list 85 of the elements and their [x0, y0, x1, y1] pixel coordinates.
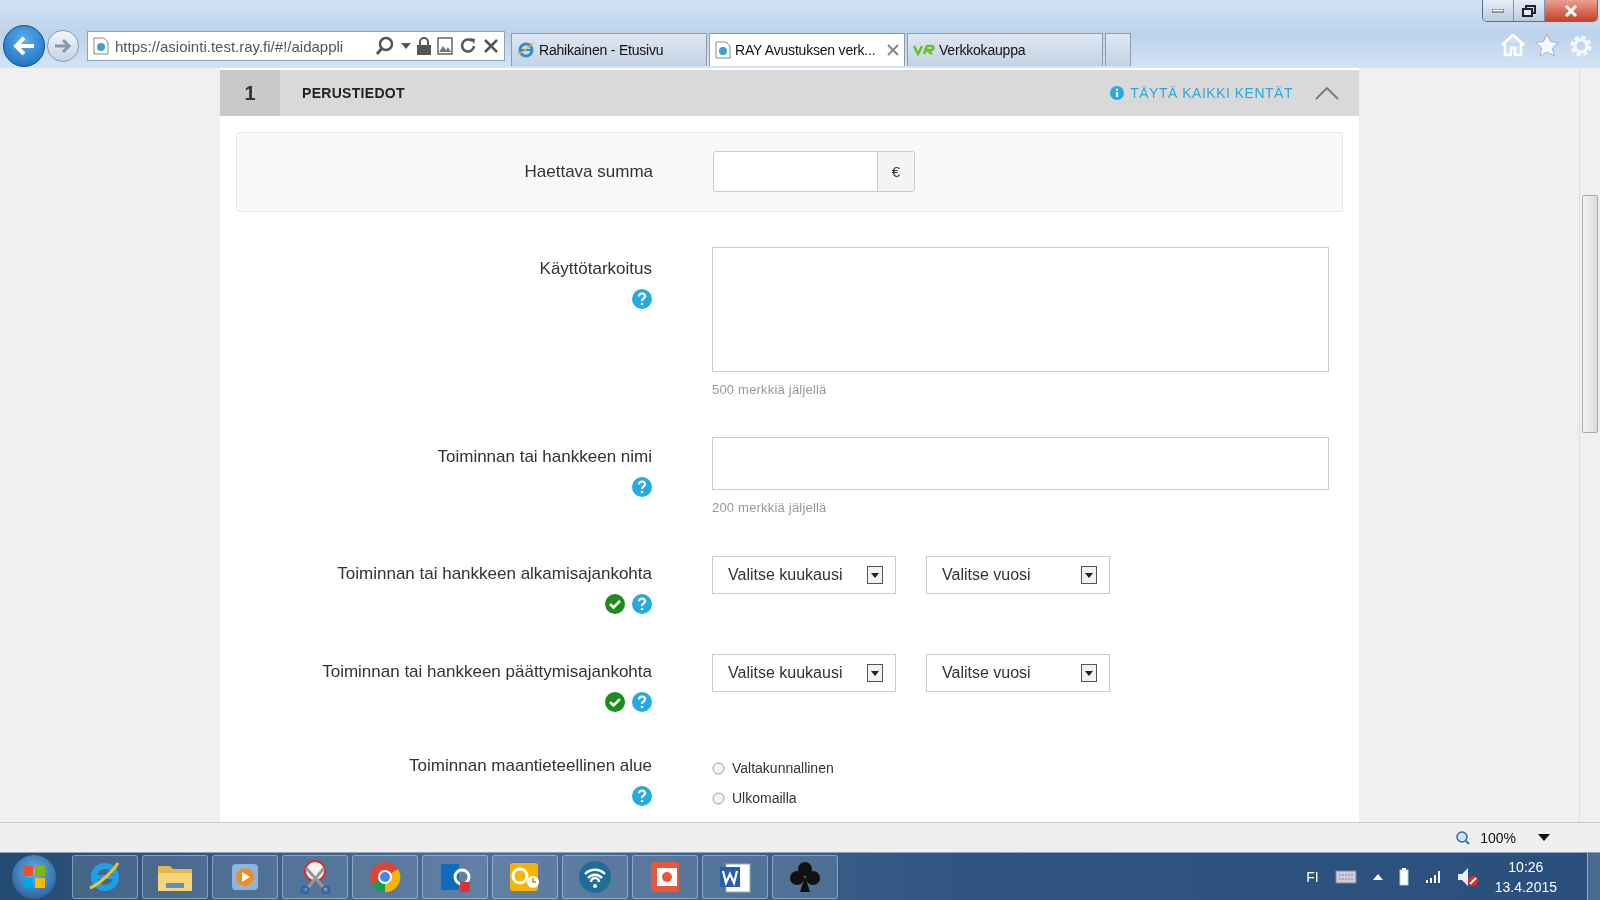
- battery-icon[interactable]: [1398, 867, 1409, 886]
- search-icon[interactable]: [375, 36, 395, 56]
- zoom-icon: [1456, 830, 1471, 845]
- close-button[interactable]: [1545, 0, 1597, 21]
- browser-icon[interactable]: [72, 854, 138, 899]
- browser-tab[interactable]: Rahikainen - Etusivu: [511, 33, 707, 66]
- document-icon[interactable]: [702, 854, 768, 899]
- forward-button[interactable]: [47, 30, 79, 62]
- scissors-icon[interactable]: [282, 854, 348, 899]
- slides-icon[interactable]: [632, 854, 698, 899]
- help-icon[interactable]: [632, 289, 652, 309]
- browser-icon: [517, 41, 535, 59]
- lock-icon[interactable]: [417, 37, 431, 55]
- stop-icon[interactable]: [483, 38, 499, 54]
- refresh-icon[interactable]: [459, 37, 477, 55]
- dropdown[interactable]: Valitse vuosi: [926, 654, 1110, 692]
- field-label: Toiminnan tai hankkeen päättymisajankohta: [322, 662, 652, 682]
- chrome-icon[interactable]: [352, 854, 418, 899]
- caret-icon: [867, 664, 883, 682]
- caret-icon: [867, 566, 883, 584]
- caret-icon: [1081, 664, 1097, 682]
- clock-icon[interactable]: [492, 854, 558, 899]
- signal-icon[interactable]: [1424, 869, 1441, 884]
- show-desktop-button[interactable]: [1587, 852, 1600, 900]
- page-icon: [93, 37, 109, 55]
- browser-tab[interactable]: Verkkokauppa: [907, 33, 1103, 66]
- page-icon: [715, 41, 731, 59]
- start-button[interactable]: [12, 854, 56, 899]
- field-label: Haettava summa: [524, 161, 653, 182]
- caret-icon[interactable]: [1372, 873, 1383, 880]
- help-icon[interactable]: [632, 477, 652, 497]
- caret-icon[interactable]: [401, 43, 411, 49]
- caret-icon: [1081, 566, 1097, 584]
- help-icon[interactable]: [632, 594, 652, 614]
- radio-option[interactable]: Valtakunnallinen: [712, 760, 834, 776]
- text-field[interactable]: [712, 437, 1329, 490]
- url-text: https://asiointi.test.ray.fi/#!/aidappli: [115, 37, 345, 55]
- back-button[interactable]: [3, 25, 45, 67]
- help-icon[interactable]: [632, 692, 652, 712]
- radio-button[interactable]: [712, 791, 725, 805]
- time-text: 10:26: [1508, 858, 1544, 875]
- clock[interactable]: 10:26 13.4.2015: [1494, 858, 1557, 895]
- step-number: 1: [220, 70, 280, 116]
- scrollbar[interactable]: [1579, 68, 1600, 822]
- play-icon[interactable]: [212, 854, 278, 899]
- arrow-left-icon: [12, 35, 36, 57]
- browser-tab[interactable]: RAY Avustuksen verk...: [709, 33, 905, 66]
- section-header[interactable]: 1 PERUSTIEDOT TÄYTÄ KAIKKI KENTÄT: [220, 70, 1359, 116]
- close-icon: [1564, 4, 1578, 17]
- zoom-level[interactable]: 100%: [1480, 829, 1516, 846]
- restore-icon: [1522, 4, 1536, 17]
- dropdown[interactable]: Valitse vuosi: [926, 556, 1110, 594]
- field-label: Toiminnan maantieteellinen alue: [409, 756, 652, 776]
- field-label: Toiminnan tai hankkeen alkamisajankohta: [337, 564, 652, 584]
- field-label: Käyttötarkoitus: [539, 259, 652, 279]
- info-icon: [1110, 86, 1125, 100]
- radio-option[interactable]: Ulkomailla: [712, 790, 834, 806]
- date-text: 13.4.2015: [1494, 878, 1557, 895]
- required-notice: TÄYTÄ KAIKKI KENTÄT: [1130, 85, 1293, 101]
- folder-icon[interactable]: [142, 854, 208, 899]
- close-icon[interactable]: [887, 44, 899, 56]
- wifi-icon[interactable]: [562, 854, 628, 899]
- dropdown[interactable]: Valitse kuukausi: [712, 654, 896, 692]
- character-counter: 200 merkkiä jäljellä: [712, 500, 828, 515]
- clubs-icon[interactable]: [772, 854, 838, 899]
- field-label: Toiminnan tai hankkeen nimi: [437, 447, 652, 467]
- windows-logo-icon: [23, 865, 45, 888]
- character-counter: 500 merkkiä jäljellä: [712, 382, 828, 397]
- speaker-muted-icon[interactable]: [1456, 866, 1479, 887]
- chevron-up-icon[interactable]: [1315, 86, 1339, 100]
- help-icon[interactable]: [632, 786, 652, 806]
- minimize-icon: [1492, 8, 1504, 13]
- logo-icon: [913, 44, 935, 56]
- section-title: PERUSTIEDOT: [302, 85, 405, 101]
- keyboard-icon[interactable]: [1334, 869, 1357, 884]
- caret-icon[interactable]: [1538, 834, 1550, 841]
- dropdown[interactable]: Valitse kuukausi: [712, 556, 896, 594]
- radio-button[interactable]: [712, 761, 725, 775]
- language-indicator[interactable]: FI: [1306, 868, 1319, 885]
- arrow-right-icon: [54, 38, 72, 54]
- address-bar[interactable]: https://asiointi.test.ray.fi/#!/aidappli: [87, 31, 505, 61]
- app-icon[interactable]: [422, 854, 488, 899]
- star-icon[interactable]: [1534, 33, 1560, 57]
- image-icon[interactable]: [437, 37, 453, 55]
- restore-button[interactable]: [1514, 0, 1545, 21]
